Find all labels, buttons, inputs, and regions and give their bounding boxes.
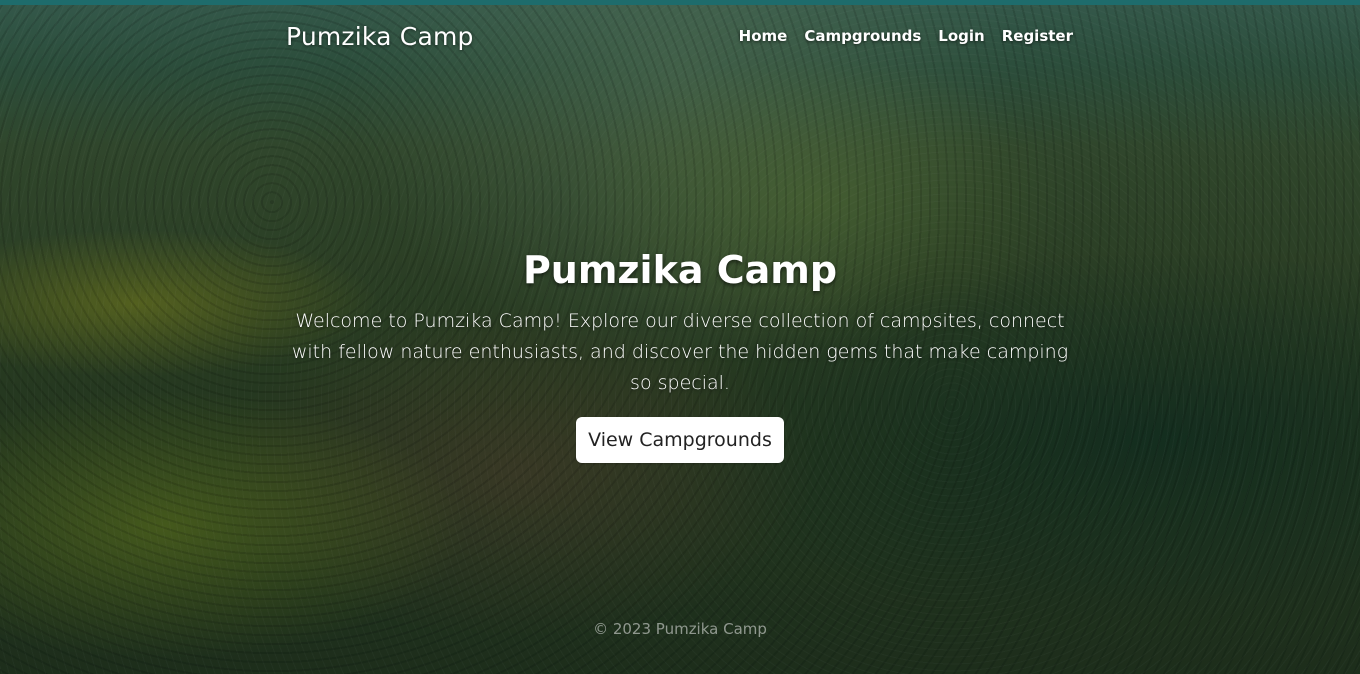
nav-home-link[interactable]: Home xyxy=(739,27,788,45)
hero-title: Pumzika Camp xyxy=(522,248,838,292)
nav-login-link[interactable]: Login xyxy=(938,27,984,45)
landing-page: Pumzika Camp Home Campgrounds Login Regi… xyxy=(0,0,1360,674)
nav-campgrounds-link[interactable]: Campgrounds xyxy=(804,27,921,45)
hero-description: Welcome to Pumzika Camp! Explore our div… xyxy=(291,310,1069,394)
site-header: Pumzika Camp Home Campgrounds Login Regi… xyxy=(286,16,1073,56)
view-campgrounds-button[interactable]: View Campgrounds xyxy=(576,417,784,463)
site-footer: © 2023 Pumzika Camp xyxy=(0,620,1360,638)
brand-title[interactable]: Pumzika Camp xyxy=(286,22,474,51)
nav-register-link[interactable]: Register xyxy=(1002,27,1073,45)
main-nav: Home Campgrounds Login Register xyxy=(739,27,1073,45)
hero-section: Pumzika Camp Welcome to Pumzika Camp! Ex… xyxy=(0,248,1360,463)
top-accent-bar xyxy=(0,0,1360,5)
copyright-text: © 2023 Pumzika Camp xyxy=(593,620,767,638)
